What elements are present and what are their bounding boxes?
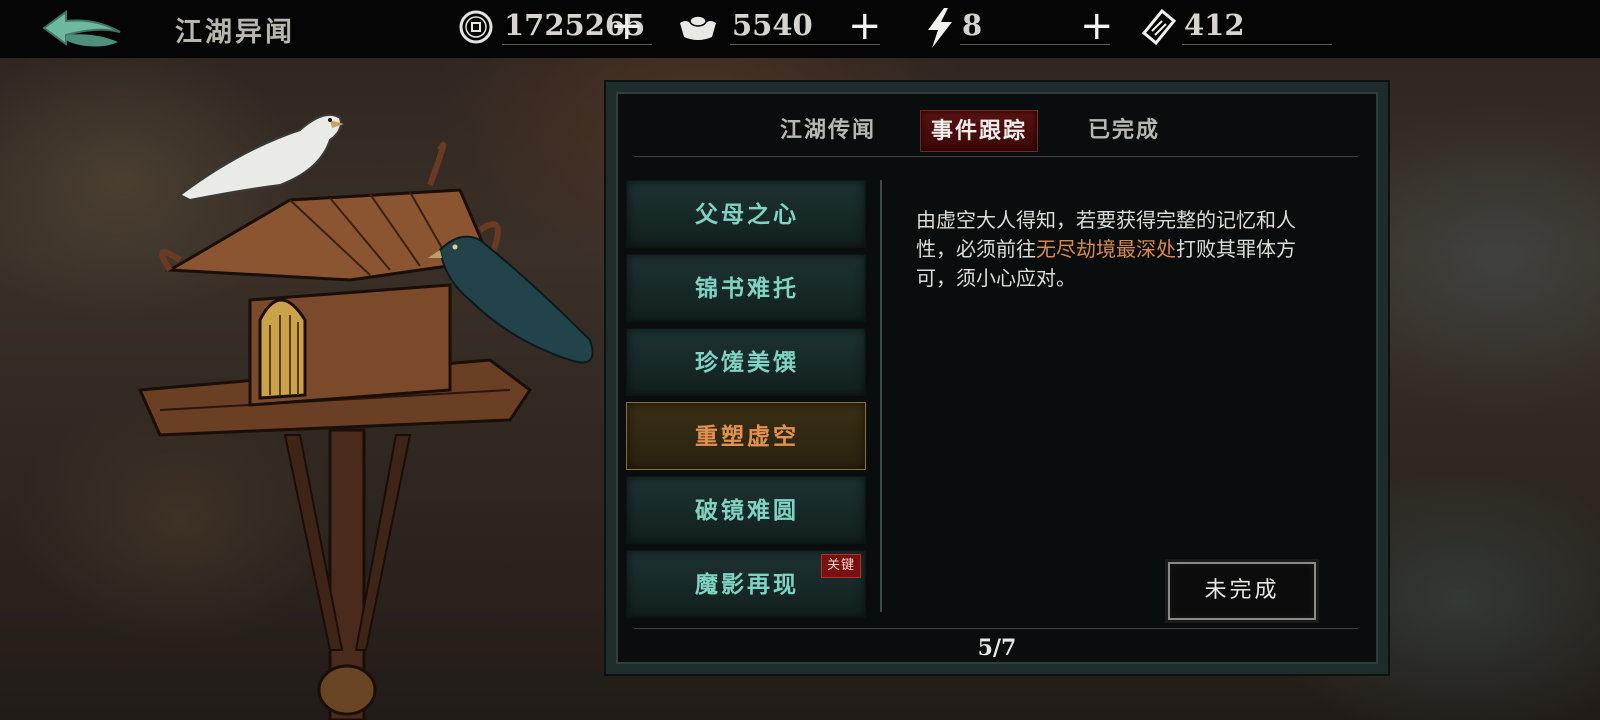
energy-value: 8 [962,8,983,42]
tickets-underline [1182,44,1332,45]
event-item[interactable]: 珍馐美馔 [626,328,866,396]
event-item-label: 锦书难托 [695,275,799,302]
tab-event-tracking[interactable]: 事件跟踪 [920,110,1038,152]
event-description: 由虚空大人得知，若要获得完整的记忆和人性，必须前往无尽劫境最深处打败其罪体方可，… [916,206,1316,293]
back-button[interactable] [36,6,128,52]
event-item[interactable]: 破镜难圆 [626,476,866,544]
resource-ingots: 5540 + [678,0,888,58]
page-indicator: 5/7 [977,635,1017,661]
event-item-label: 破镜难圆 [695,497,799,524]
event-item[interactable]: 锦书难托 [626,254,866,322]
bird-feeder-illustration [137,114,594,720]
add-ingots-button[interactable]: + [848,6,882,46]
event-item-label: 重塑虚空 [695,423,799,450]
ticket-icon [1141,8,1177,46]
add-energy-button[interactable]: + [1080,6,1114,46]
top-bar: 江湖异闻 1725265 + 5540 + 8 + 412 [0,0,1600,58]
silver-ingot-icon [680,15,716,40]
resource-tickets: 412 [1138,0,1338,58]
event-item-label: 珍馐美馔 [695,349,799,376]
list-divider [880,180,882,612]
tab-divider [634,156,1358,157]
lightning-icon [928,8,952,48]
tickets-value: 412 [1184,8,1245,42]
event-item-selected[interactable]: 重塑虚空 [626,402,866,470]
status-button[interactable]: 未完成 [1168,562,1316,620]
tab-bar: 江湖传闻 事件跟踪 已完成 [616,110,1378,152]
resource-coins: 1725265 + [458,0,658,58]
copper-coin-icon [459,10,493,44]
ingots-value: 5540 [732,8,813,42]
add-coins-button[interactable]: + [610,6,644,46]
back-arrow-icon [42,10,121,47]
bottom-divider [634,628,1358,629]
event-item[interactable]: 魔影再现 关键 [626,550,866,618]
key-badge: 关键 [821,554,861,578]
tab-completed[interactable]: 已完成 [1076,110,1172,150]
page-title: 江湖异闻 [175,17,295,48]
event-item[interactable]: 父母之心 [626,180,866,248]
event-item-label: 父母之心 [695,201,799,228]
tab-jianghu-rumors[interactable]: 江湖传闻 [768,110,888,150]
event-list: 父母之心 锦书难托 珍馐美馔 重塑虚空 破镜难圆 魔影再现 关键 [626,180,876,630]
event-panel: 江湖传闻 事件跟踪 已完成 父母之心 锦书难托 珍馐美馔 重塑虚空 破镜难圆 魔… [606,82,1388,674]
description-highlight: 无尽劫境最深处 [1036,237,1176,261]
resource-energy: 8 + [924,0,1124,58]
